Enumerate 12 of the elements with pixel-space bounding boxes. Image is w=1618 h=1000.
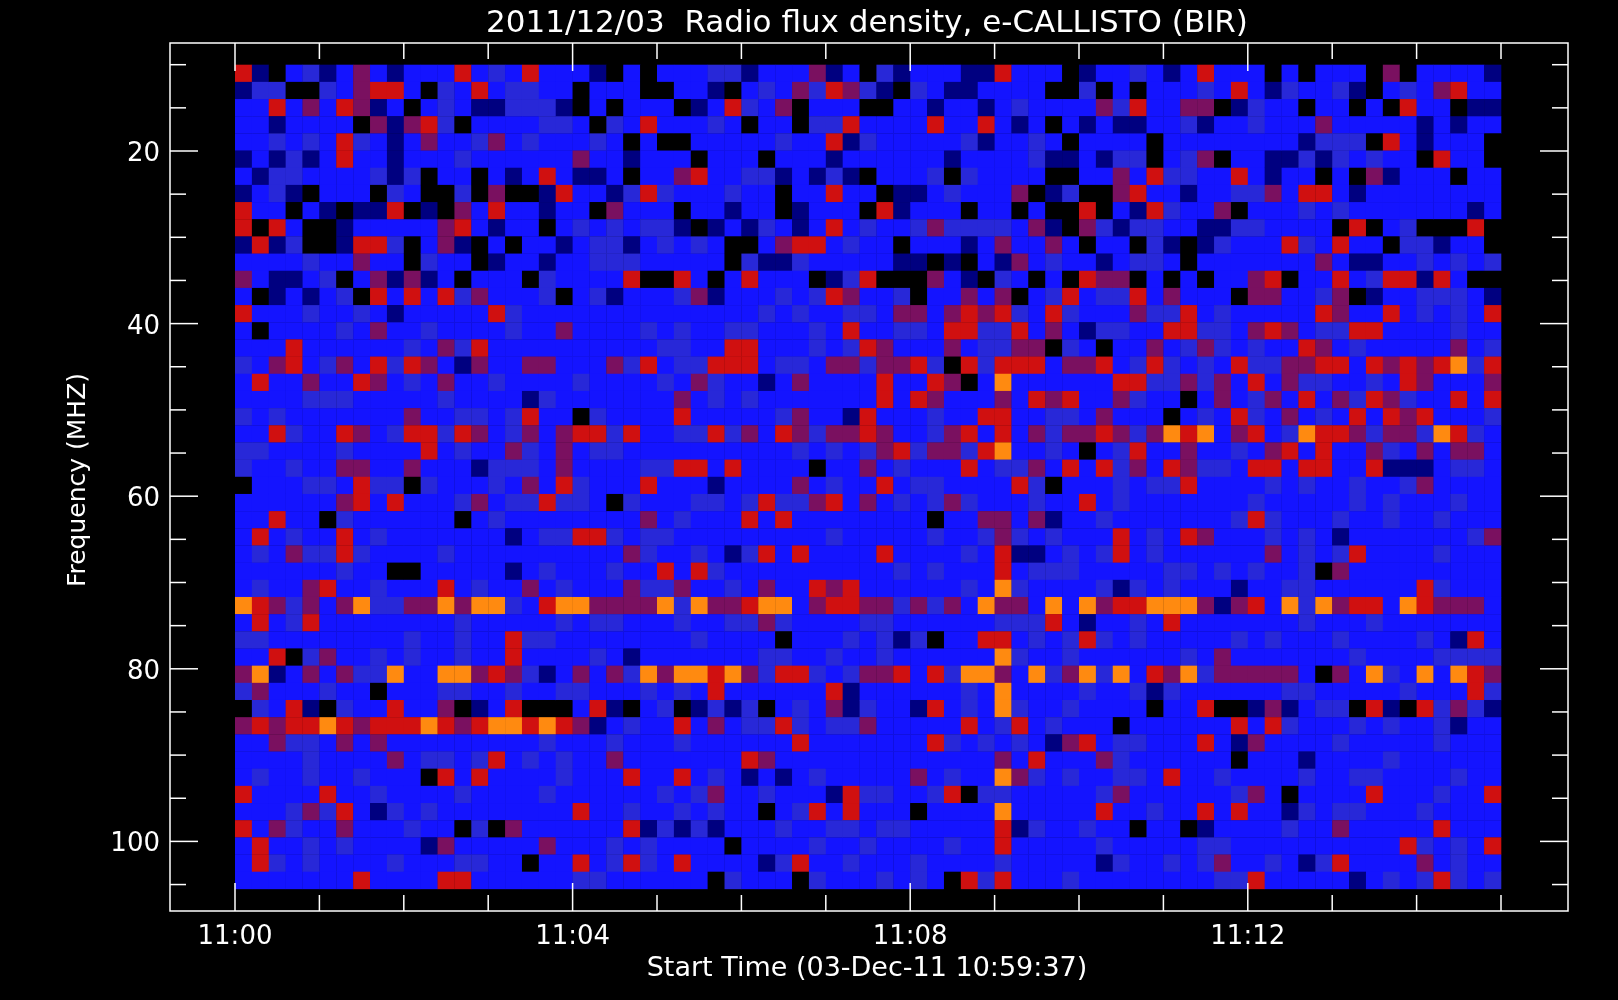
- tick-label: 11:12: [1210, 920, 1286, 950]
- tick-label: 11:04: [535, 920, 611, 950]
- tick-label: 40: [126, 309, 160, 340]
- axis-label: Start Time (03-Dec-11 10:59:37): [646, 951, 1088, 982]
- tick-label: 20: [126, 137, 160, 167]
- tick-label: 11:00: [197, 920, 273, 950]
- tick-label: 60: [126, 482, 160, 513]
- tick-label: 80: [126, 654, 160, 685]
- tick-label: 100: [110, 827, 160, 858]
- tick-label: 11:08: [872, 920, 948, 950]
- axis-label: Frequency (MHZ): [62, 372, 91, 588]
- chart-title: 2011/12/03 Radio flux density, e-CALLISTO (BIR): [486, 3, 1248, 39]
